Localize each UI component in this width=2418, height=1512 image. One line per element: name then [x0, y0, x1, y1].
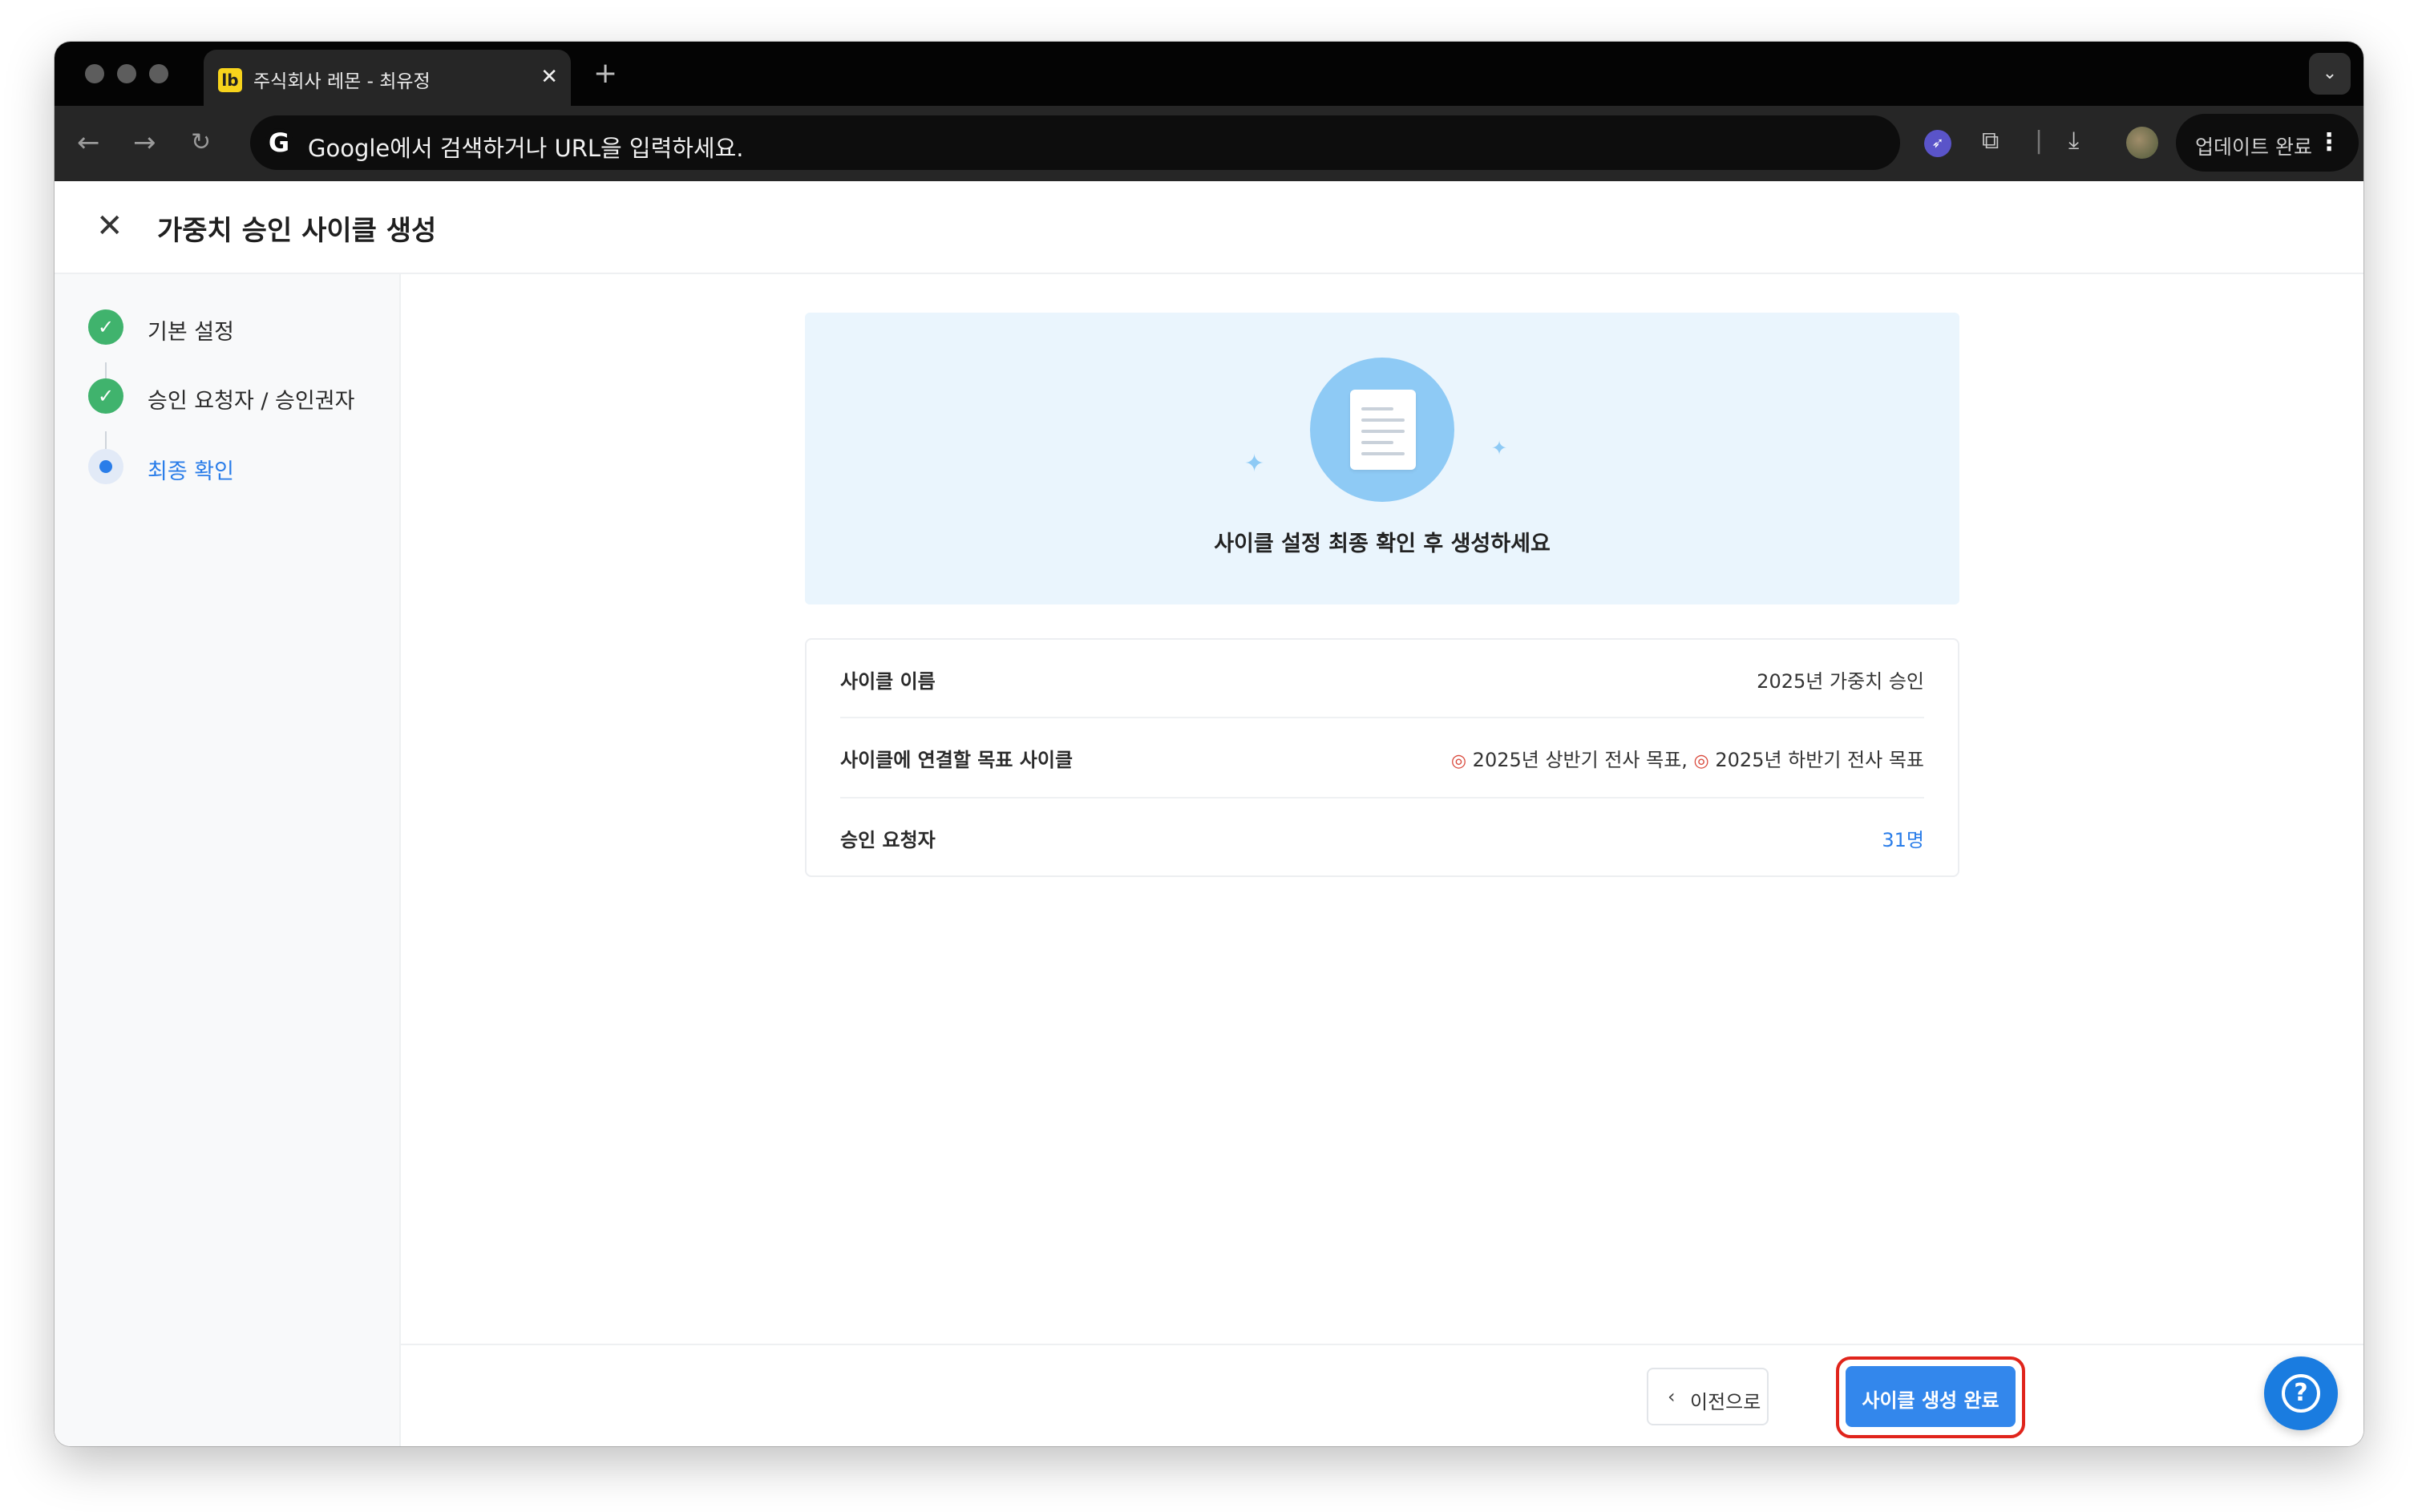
create-cycle-button[interactable]: 사이클 생성 완료 [1846, 1366, 2016, 1427]
target-icon: ◎ [1450, 751, 1467, 771]
update-button[interactable]: 업데이트 완료 ⋮ [2176, 114, 2359, 172]
address-placeholder: Google에서 검색하거나 URL을 입력하세요. [308, 135, 744, 162]
current-step-icon [88, 449, 123, 484]
extension-icon[interactable]: ➶ [1924, 130, 1951, 157]
chevron-left-icon: ‹ [1668, 1385, 1676, 1408]
toolbar-divider: | [2035, 127, 2044, 155]
summary-row: 사이클에 연결할 목표 사이클 ◎ 2025년 상반기 전사 목표, ◎ 202… [840, 718, 1924, 795]
favicon-icon: lb [218, 68, 242, 92]
close-icon[interactable]: ✕ [96, 208, 123, 244]
stepper-sidebar: ✓ 기본 설정 ✓ 승인 요청자 / 승인권자 최종 확인 [55, 274, 401, 1446]
row-label: 승인 요청자 [840, 829, 936, 851]
sparkle-icon: ✦ [1244, 450, 1265, 478]
page-title: 가중치 승인 사이클 생성 [157, 215, 437, 247]
new-tab-button[interactable]: + [593, 56, 617, 91]
reload-icon[interactable]: ↻ [191, 127, 211, 159]
check-icon: ✓ [88, 309, 123, 345]
row-label: 사이클 이름 [840, 670, 936, 693]
help-button[interactable]: ? [2264, 1356, 2338, 1430]
back-icon[interactable]: ← [77, 127, 100, 159]
help-icon: ? [2282, 1374, 2320, 1413]
update-label: 업데이트 완료 [2195, 135, 2312, 159]
create-cycle-label: 사이클 생성 완료 [1862, 1389, 2000, 1412]
summary-row: 사이클 이름 2025년 가중치 승인 [840, 640, 1924, 717]
summary-row: 승인 요청자 31명 [840, 798, 1924, 875]
check-icon: ✓ [88, 378, 123, 414]
app-page: ✕ 가중치 승인 사이클 생성 ✓ 기본 설정 ✓ 승인 요청자 / 승인권자 … [55, 181, 2363, 1446]
window-minimize-dot[interactable] [117, 64, 136, 83]
confirm-message: 사이클 설정 최종 확인 후 생성하세요 [1214, 532, 1551, 556]
step-connector [105, 362, 107, 378]
summary-card: 사이클 이름 2025년 가중치 승인 사이클에 연결할 목표 사이클 ◎ 20… [805, 638, 1959, 877]
window-zoom-dot[interactable] [149, 64, 168, 83]
tab-search-button[interactable]: ⌄ [2309, 53, 2351, 95]
page-header: ✕ 가중치 승인 사이클 생성 [55, 181, 2363, 274]
document-illustration [1310, 358, 1454, 502]
previous-button[interactable]: ‹ 이전으로 [1647, 1368, 1769, 1425]
sparkle-icon: ✦ [1491, 437, 1508, 459]
row-value: 2025년 가중치 승인 [1757, 670, 1924, 693]
requester-count-link[interactable]: 31명 [1882, 824, 1924, 852]
goal-cycle-1: 2025년 상반기 전사 목표, [1472, 749, 1688, 771]
step-label: 최종 확인 [148, 459, 234, 484]
row-value-goal-cycles: ◎ 2025년 상반기 전사 목표, ◎ 2025년 하반기 전사 목표 [1451, 744, 1924, 772]
tab-title: 주식회사 레몬 - 최유정 [253, 71, 431, 92]
step-label: 승인 요청자 / 승인권자 [148, 389, 355, 414]
download-icon[interactable]: ⤓ [2068, 125, 2079, 157]
main-content: ✦ ✦ 사이클 설정 최종 확인 후 생성하세요 사이클 이름 2025년 가중… [401, 274, 2363, 1446]
extensions-puzzle-icon[interactable]: ⧉ [1982, 125, 1999, 157]
address-bar[interactable]: G Google에서 검색하거나 URL을 입력하세요. [250, 115, 1900, 170]
more-menu-icon[interactable]: ⋮ [2317, 125, 2341, 160]
document-icon [1350, 390, 1416, 470]
step-connector [105, 431, 107, 449]
confirm-banner: ✦ ✦ 사이클 설정 최종 확인 후 생성하세요 [805, 313, 1959, 604]
browser-tab-active[interactable]: lb 주식회사 레몬 - 최유정 ✕ [204, 50, 571, 106]
window-close-dot[interactable] [85, 64, 104, 83]
browser-window: lb 주식회사 레몬 - 최유정 ✕ + ⌄ ← → ↻ G Google에서 … [55, 42, 2363, 1446]
step-label: 기본 설정 [148, 320, 234, 345]
google-icon: G [265, 128, 293, 157]
tab-close-icon[interactable]: ✕ [540, 63, 558, 91]
target-icon: ◎ [1693, 751, 1709, 771]
row-label: 사이클에 연결할 목표 사이클 [840, 749, 1074, 771]
tab-strip: lb 주식회사 레몬 - 최유정 ✕ + ⌄ [55, 42, 2363, 106]
goal-cycle-2: 2025년 하반기 전사 목표 [1715, 749, 1924, 771]
browser-toolbar: ← → ↻ G Google에서 검색하거나 URL을 입력하세요. ➶ ⧉ |… [55, 106, 2363, 181]
action-footer: ‹ 이전으로 사이클 생성 완료 [401, 1344, 2363, 1446]
forward-icon[interactable]: → [133, 127, 156, 159]
previous-label: 이전으로 [1690, 1391, 1761, 1413]
profile-avatar[interactable] [2126, 127, 2158, 159]
